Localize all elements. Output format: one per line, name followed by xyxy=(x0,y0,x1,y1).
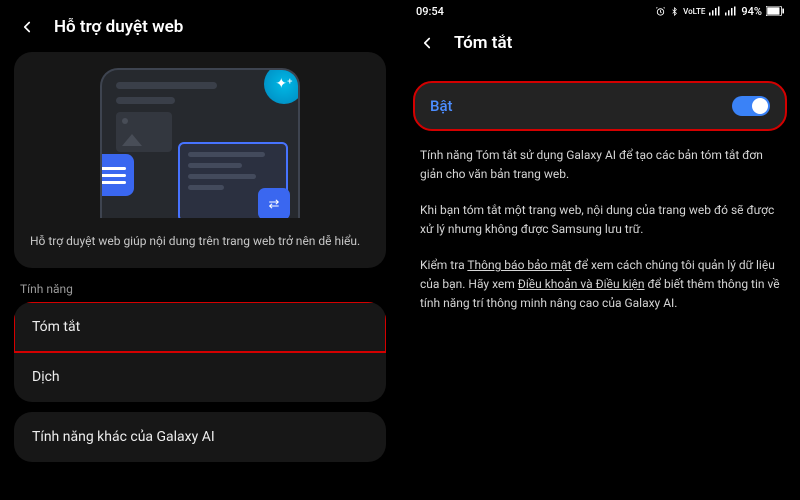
more-list: Tính năng khác của Galaxy AI xyxy=(14,412,386,462)
app-header-right: Tóm tắt xyxy=(400,22,800,68)
chevron-left-icon xyxy=(418,34,436,52)
phone-left: Hỗ trợ duyệt web ⇄ ✦⁺ Hỗ trợ xyxy=(0,0,400,500)
status-time: 09:54 xyxy=(416,5,444,18)
feature-item-translate[interactable]: Dịch xyxy=(14,352,386,402)
back-button[interactable] xyxy=(416,32,438,54)
toggle-label: Bật xyxy=(430,97,453,115)
battery-icon xyxy=(766,6,784,16)
alarm-icon xyxy=(655,6,666,17)
hero-description: Hỗ trợ duyệt web giúp nội dung trên tran… xyxy=(30,232,370,250)
page-title: Hỗ trợ duyệt web xyxy=(54,17,183,37)
sparkle-icon: ✦⁺ xyxy=(264,68,300,104)
description-para-1: Tính năng Tóm tắt sử dụng Galaxy AI để t… xyxy=(420,146,780,183)
battery-percent: 94% xyxy=(741,5,762,18)
hero-card: ⇄ ✦⁺ Hỗ trợ duyệt web giúp nội dung trên… xyxy=(14,52,386,268)
toggle-switch[interactable] xyxy=(732,96,770,116)
section-label-features: Tính năng xyxy=(20,282,386,296)
signal-icon xyxy=(709,6,721,16)
chevron-left-icon xyxy=(18,18,36,36)
phone-right: 09:54 VoLTE 94% Tóm tắt Bật Tính năng Tó… xyxy=(400,0,800,500)
status-indicators: VoLTE 94% xyxy=(655,5,784,18)
description-para-2: Khi bạn tóm tắt một trang web, nội dung … xyxy=(420,201,780,238)
features-list: Tóm tắt Dịch xyxy=(14,302,386,402)
app-header-left: Hỗ trợ duyệt web xyxy=(0,6,400,52)
page-title: Tóm tắt xyxy=(454,33,512,53)
description-para-3: Kiểm tra Thông báo bảo mật để xem cách c… xyxy=(420,256,780,312)
translate-icon: ⇄ xyxy=(258,188,290,218)
feature-item-more[interactable]: Tính năng khác của Galaxy AI xyxy=(14,412,386,462)
hero-illustration: ⇄ ✦⁺ xyxy=(30,68,370,218)
document-icon xyxy=(100,154,134,196)
toggle-row-enable[interactable]: Bật xyxy=(414,82,786,130)
switch-knob xyxy=(752,98,768,114)
feature-label: Dịch xyxy=(32,369,60,385)
back-button[interactable] xyxy=(16,16,38,38)
volte-icon: VoLTE xyxy=(683,7,705,16)
privacy-notice-link[interactable]: Thông báo bảo mật xyxy=(467,258,571,272)
feature-item-summary[interactable]: Tóm tắt xyxy=(14,302,386,352)
feature-label: Tóm tắt xyxy=(32,319,80,335)
feature-label: Tính năng khác của Galaxy AI xyxy=(32,429,215,445)
status-bar: 09:54 VoLTE 94% xyxy=(400,0,800,22)
bluetooth-icon xyxy=(670,6,679,17)
terms-link[interactable]: Điều khoản và Điều kiện xyxy=(518,277,645,291)
signal-icon xyxy=(725,6,737,16)
